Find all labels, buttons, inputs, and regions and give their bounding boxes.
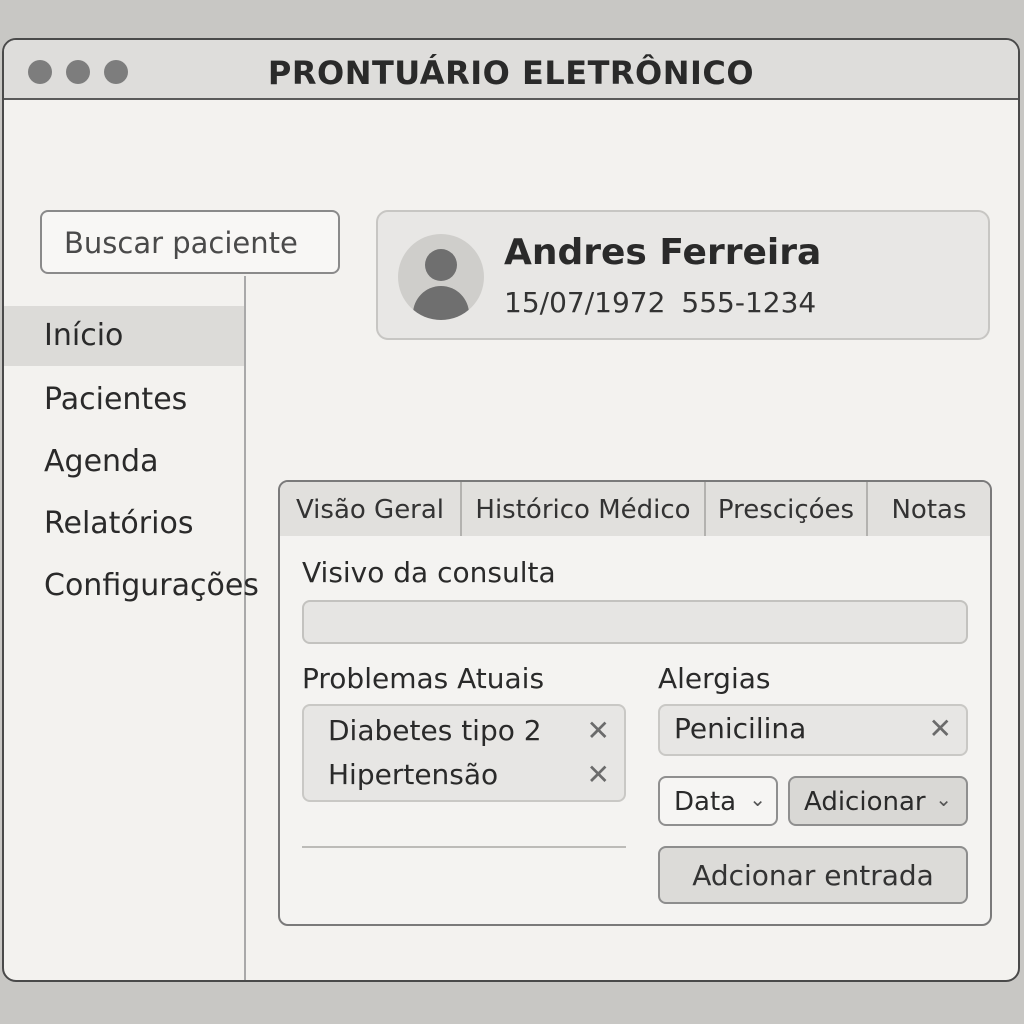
patient-phone: 555-1234 (681, 286, 817, 319)
sidebar-item-label: Pacientes (44, 382, 188, 417)
list-item: Penicilina ✕ (674, 712, 952, 752)
tab-notas[interactable]: Notas (868, 482, 990, 536)
date-select[interactable]: Data ⌄ (658, 776, 778, 826)
add-select[interactable]: Adicionar ⌄ (788, 776, 968, 826)
record-tabs: Visão Geral Histórico Médico Presciçóes … (280, 482, 990, 536)
sidebar-item-label: Agenda (44, 444, 159, 479)
avatar-shoulders (413, 286, 469, 320)
chevron-down-icon: ⌄ (749, 787, 766, 811)
allergy-text: Penicilina (674, 712, 807, 745)
allergies-label: Alergias (658, 662, 771, 695)
sidebar-divider (244, 276, 246, 980)
patient-name: Andres Ferreira (504, 232, 822, 273)
sidebar-item-inicio[interactable]: Início (4, 306, 244, 366)
sidebar-item-relatorios[interactable]: Relatórios (4, 494, 244, 554)
list-item: Diabetes tipo 2 ✕ (328, 714, 610, 754)
patient-card: Andres Ferreira 15/07/1972 555-1234 (376, 210, 990, 340)
close-icon[interactable]: ✕ (587, 714, 610, 747)
add-select-value: Adicionar (804, 787, 926, 817)
tab-prescricoes[interactable]: Presciçóes (706, 482, 868, 536)
title-bar: PRONTUÁRIO ELETRÔNICO (4, 40, 1018, 100)
patient-record-panel: Visão Geral Histórico Médico Presciçóes … (278, 480, 992, 926)
app-title: PRONTUÁRIO ELETRÔNICO (267, 54, 755, 92)
sidebar-item-configuracoes[interactable]: Configurações (4, 556, 259, 616)
allergies-list: Penicilina ✕ (658, 704, 968, 756)
chevron-down-icon: ⌄ (935, 787, 952, 811)
patient-meta: 15/07/1972 555-1234 (504, 286, 832, 319)
close-icon[interactable]: ✕ (587, 758, 610, 791)
patient-birth-date: 15/07/1972 (504, 286, 666, 319)
user-avatar-icon (398, 234, 484, 320)
problem-text: Hipertensão (328, 758, 499, 791)
app-window: PRONTUÁRIO ELETRÔNICO Buscar paciente In… (2, 38, 1020, 982)
date-select-value: Data (674, 787, 737, 817)
sidebar-item-label: Relatórios (44, 506, 194, 541)
list-item: Hipertensão ✕ (328, 758, 610, 798)
visit-reason-label: Visivo da consulta (302, 556, 556, 589)
sidebar-item-label: Início (44, 318, 124, 353)
tab-visao-geral[interactable]: Visão Geral (280, 482, 462, 536)
problem-text: Diabetes tipo 2 (328, 714, 542, 747)
sidebar-item-pacientes[interactable]: Pacientes (4, 370, 244, 430)
avatar-head (425, 249, 457, 281)
visit-reason-input[interactable] (302, 600, 968, 644)
close-icon[interactable]: ✕ (929, 712, 952, 745)
sidebar-item-label: Configurações (44, 568, 259, 603)
add-entry-button[interactable]: Adcionar entrada (658, 846, 968, 904)
problems-list: Diabetes tipo 2 ✕ Hipertensão ✕ (302, 704, 626, 802)
patient-search-input[interactable]: Buscar paciente (40, 210, 340, 274)
sidebar-item-agenda[interactable]: Agenda (4, 432, 244, 492)
tab-historico-medico[interactable]: Histórico Médico (462, 482, 706, 536)
section-divider (302, 846, 626, 848)
problems-label: Problemas Atuais (302, 662, 545, 695)
